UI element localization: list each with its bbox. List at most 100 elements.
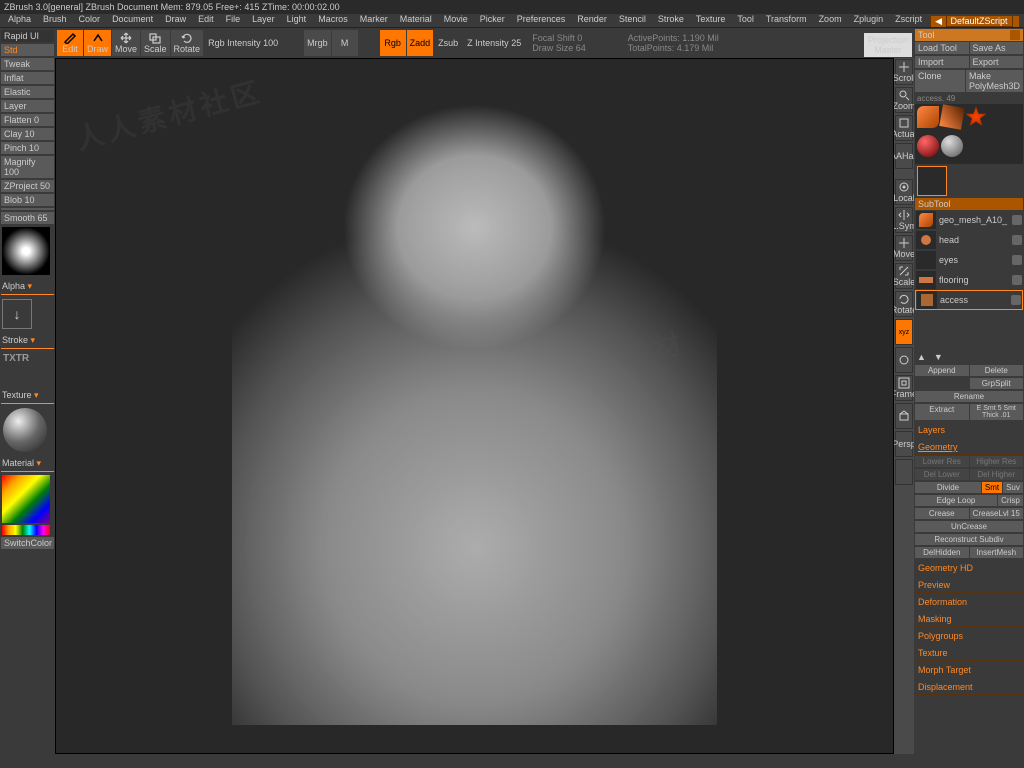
brush-elastic[interactable]: Elastic	[1, 86, 54, 98]
scale-nav-button[interactable]: Scale	[895, 263, 913, 289]
stroke-section[interactable]: Stroke ▾	[1, 333, 54, 349]
displacement-section[interactable]: Displacement	[915, 680, 1023, 695]
brush-tweak[interactable]: Tweak	[1, 58, 54, 70]
menu-macros[interactable]: Macros	[312, 14, 354, 27]
focal-shift[interactable]: Focal Shift 0	[526, 33, 592, 43]
visibility-icon[interactable]	[1012, 235, 1022, 245]
zoom-button[interactable]: Zoom	[895, 87, 913, 113]
load-tool-button[interactable]: Load Tool	[915, 42, 969, 54]
delete-button[interactable]: Delete	[970, 365, 1024, 376]
higher-res-button[interactable]: Higher Res	[970, 456, 1024, 467]
lsym-button[interactable]: L.Sym	[895, 207, 913, 233]
rgb-intensity-label[interactable]: Rgb Intensity 100	[204, 38, 282, 48]
subtool-geo-mesh[interactable]: geo_mesh_A10_	[915, 210, 1023, 230]
persp-button[interactable]: Persp	[895, 431, 913, 457]
menu-zscript[interactable]: Zscript	[889, 14, 928, 27]
edit-button[interactable]: Edit	[57, 30, 83, 56]
draw-size[interactable]: Draw Size 64	[526, 43, 592, 53]
brush-blank[interactable]	[1, 208, 54, 210]
stroke-preview[interactable]: ↓	[2, 299, 32, 329]
menu-render[interactable]: Render	[571, 14, 613, 27]
brush-smooth[interactable]: Smooth 65	[1, 212, 54, 224]
import-button[interactable]: Import	[915, 56, 969, 68]
zadd-button[interactable]: Zadd	[407, 30, 434, 56]
projection-master-button[interactable]: ProjectionMaster	[864, 33, 912, 57]
tool-thumb-2[interactable]	[939, 104, 964, 129]
menu-draw[interactable]: Draw	[159, 14, 192, 27]
xyz-button[interactable]: xyz	[895, 319, 913, 345]
divide-button[interactable]: Divide	[915, 482, 981, 493]
clone-button[interactable]: Clone	[915, 70, 965, 92]
brush-flatten[interactable]: Flatten 0	[1, 114, 54, 126]
brush-clay[interactable]: Clay 10	[1, 128, 54, 140]
move-nav-button[interactable]: Move	[895, 235, 913, 261]
subtool-head[interactable]: head	[915, 230, 1023, 250]
tool-thumb-sphere-grey[interactable]	[941, 135, 963, 157]
nav-blank2[interactable]	[895, 403, 913, 429]
texture-preview[interactable]: TXTR	[1, 351, 54, 366]
brush-inflat[interactable]: Inflat	[1, 72, 54, 84]
menu-file[interactable]: File	[220, 14, 247, 27]
brush-magnify[interactable]: Magnify 100	[1, 156, 54, 178]
rotate-button[interactable]: Rotate	[171, 30, 204, 56]
make-polymesh-button[interactable]: Make PolyMesh3D	[966, 70, 1023, 92]
brush-layer[interactable]: Layer	[1, 100, 54, 112]
menu-movie[interactable]: Movie	[438, 14, 474, 27]
menu-transform[interactable]: Transform	[760, 14, 813, 27]
rgb-button[interactable]: Rgb	[380, 30, 406, 56]
tool-thumb-sphere-red[interactable]	[917, 135, 939, 157]
save-as-button[interactable]: Save As	[970, 42, 1024, 54]
delhidden-button[interactable]: DelHidden	[915, 547, 969, 558]
menu-edit[interactable]: Edit	[192, 14, 220, 27]
visibility-icon[interactable]	[1012, 215, 1022, 225]
rapid-ui-button[interactable]: Rapid UI	[1, 30, 54, 42]
tool-thumb-brush[interactable]	[917, 106, 939, 128]
menu-layer[interactable]: Layer	[246, 14, 281, 27]
smt-button[interactable]: Smt	[982, 482, 1002, 493]
rotate-nav-button[interactable]: Rotate	[895, 291, 913, 317]
menu-material[interactable]: Material	[394, 14, 438, 27]
del-higher-button[interactable]: Del Higher	[970, 469, 1024, 480]
alpha-section[interactable]: Alpha ▾	[1, 279, 54, 295]
preview-section[interactable]: Preview	[915, 578, 1023, 593]
minimize-icon[interactable]	[1010, 30, 1020, 40]
color-picker[interactable]	[2, 475, 50, 523]
nav-blank1[interactable]	[895, 347, 913, 373]
geometry-hd-section[interactable]: Geometry HD	[915, 561, 1023, 576]
tool-thumb-star[interactable]	[965, 106, 987, 128]
frame-button[interactable]: Frame	[895, 375, 913, 401]
menu-color[interactable]: Color	[73, 14, 107, 27]
menu-preferences[interactable]: Preferences	[511, 14, 572, 27]
brush-blob[interactable]: Blob 10	[1, 194, 54, 206]
crease-button[interactable]: Crease	[915, 508, 969, 519]
draw-button[interactable]: Draw	[84, 30, 111, 56]
nav-down-icon[interactable]: ▼	[934, 352, 943, 362]
menu-stencil[interactable]: Stencil	[613, 14, 652, 27]
tool-thumbnails[interactable]	[915, 104, 1023, 164]
crease-level[interactable]: CreaseLvl 15	[970, 508, 1024, 519]
texture-section[interactable]: Texture ▾	[1, 388, 54, 404]
menu-zoom[interactable]: Zoom	[813, 14, 848, 27]
menu-tool[interactable]: Tool	[731, 14, 760, 27]
menu-brush[interactable]: Brush	[37, 14, 73, 27]
reconstruct-button[interactable]: Reconstruct Subdiv	[915, 534, 1023, 545]
insertmesh-button[interactable]: InsertMesh	[970, 547, 1024, 558]
extract-button[interactable]: Extract	[915, 404, 969, 420]
visibility-icon[interactable]	[1012, 275, 1022, 285]
local-button[interactable]: Local	[895, 179, 913, 205]
rename-button[interactable]: Rename	[915, 391, 1023, 402]
material-preview[interactable]	[3, 408, 47, 452]
menu-light[interactable]: Light	[281, 14, 313, 27]
menu-stroke[interactable]: Stroke	[652, 14, 690, 27]
scroll-button[interactable]: Scroll	[895, 59, 913, 85]
subtool-header[interactable]: SubTool	[915, 198, 1023, 210]
subtool-eyes[interactable]: eyes	[915, 250, 1023, 270]
mrgb-button[interactable]: Mrgb	[304, 30, 331, 56]
material-section[interactable]: Material ▾	[1, 456, 54, 472]
deformation-section[interactable]: Deformation	[915, 595, 1023, 610]
switch-color-button[interactable]: SwitchColor	[1, 537, 54, 549]
canvas-viewport[interactable]: 人人素材社区 人人素材 人人素材	[55, 58, 894, 754]
brush-pinch[interactable]: Pinch 10	[1, 142, 54, 154]
tool-header[interactable]: Tool	[915, 29, 1023, 41]
aahalf-button[interactable]: AAHalf	[895, 143, 913, 169]
